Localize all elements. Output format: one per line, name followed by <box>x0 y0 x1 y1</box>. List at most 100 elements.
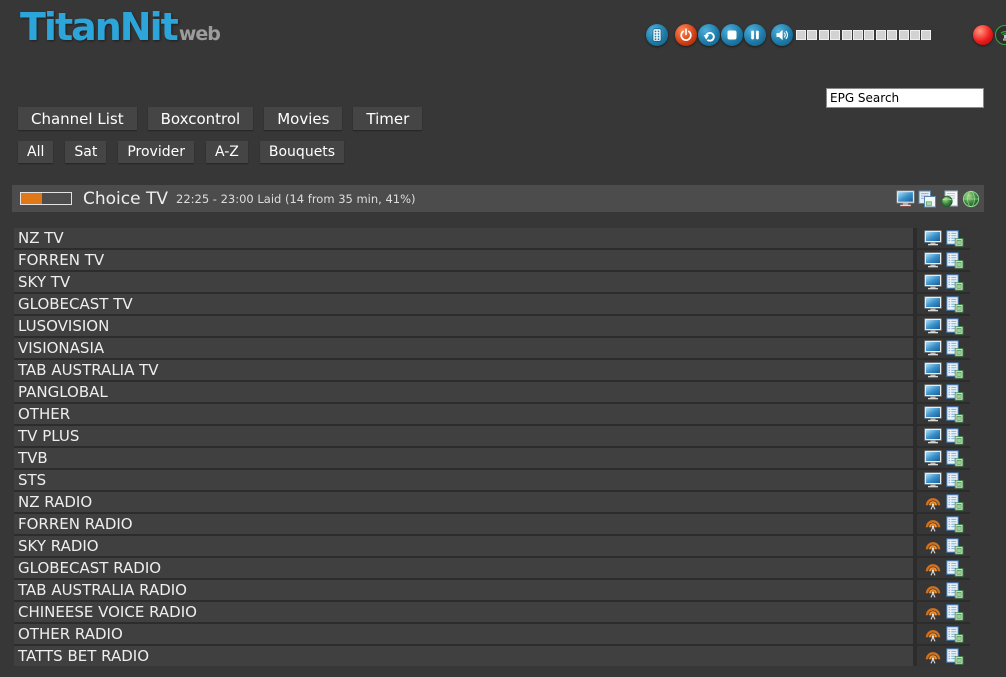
radio-antenna-icon[interactable] <box>924 648 942 664</box>
power-icon <box>679 28 693 42</box>
channel-row-actions <box>917 250 970 270</box>
logo-title: TitanNit <box>20 5 177 49</box>
volume-segment[interactable] <box>887 30 897 40</box>
radio-antenna-icon[interactable] <box>924 494 942 510</box>
nav-timer-button[interactable]: Timer <box>353 107 422 130</box>
filter-sat-button[interactable]: Sat <box>65 141 106 163</box>
filter-provider-button[interactable]: Provider <box>118 141 194 163</box>
filter-az-button[interactable]: A-Z <box>206 141 248 163</box>
epg-list-icon[interactable] <box>946 274 964 291</box>
stop-button[interactable] <box>721 24 743 46</box>
monitor-icon[interactable] <box>924 450 942 466</box>
channel-name[interactable]: NZ TV <box>14 228 913 248</box>
epg-list-icon[interactable] <box>946 230 964 247</box>
radio-antenna-icon[interactable] <box>924 516 942 532</box>
filter-all-button[interactable]: All <box>18 141 53 163</box>
monitor-icon[interactable] <box>924 296 942 312</box>
radio-antenna-icon[interactable] <box>924 582 942 598</box>
epg-list-icon[interactable] <box>946 472 964 489</box>
undo-button[interactable] <box>698 24 720 46</box>
epg-list-icon[interactable] <box>946 494 964 511</box>
epg-list-icon[interactable] <box>946 516 964 533</box>
channel-name[interactable]: PANGLOBAL <box>14 382 913 402</box>
volume-segment[interactable] <box>921 30 931 40</box>
epg-list-icon[interactable] <box>946 406 964 423</box>
epg-list-icon[interactable] <box>946 582 964 599</box>
epg-list-icon[interactable] <box>946 560 964 577</box>
radio-antenna-icon[interactable] <box>924 560 942 576</box>
monitor-icon[interactable] <box>924 362 942 378</box>
channel-row-actions <box>917 272 970 292</box>
filter-bouquets-button[interactable]: Bouquets <box>260 141 344 163</box>
volume-segment[interactable] <box>807 30 817 40</box>
monitor-icon[interactable] <box>924 384 942 400</box>
epg-list-icon[interactable] <box>946 340 964 357</box>
epg-list-icon[interactable] <box>946 318 964 335</box>
nav-movies-button[interactable]: Movies <box>264 107 342 130</box>
channel-name[interactable]: NZ RADIO <box>14 492 913 512</box>
channel-name[interactable]: FORREN RADIO <box>14 514 913 534</box>
epg-list-icon[interactable] <box>946 384 964 401</box>
document-globe-icon[interactable] <box>940 190 959 208</box>
epg-list-icon[interactable] <box>946 626 964 643</box>
channel-name[interactable]: TATTS BET RADIO <box>14 646 913 666</box>
volume-button[interactable] <box>771 24 793 46</box>
channel-name[interactable]: TV PLUS <box>14 426 913 446</box>
channel-name[interactable]: TVB <box>14 448 913 468</box>
volume-segment[interactable] <box>842 30 852 40</box>
epg-list-icon[interactable] <box>946 362 964 379</box>
nav-channel-list-button[interactable]: Channel List <box>18 107 137 130</box>
channel-name[interactable]: VISIONASIA <box>14 338 913 358</box>
epg-list-icon[interactable] <box>946 648 964 665</box>
volume-segment[interactable] <box>796 30 806 40</box>
pages-icon[interactable] <box>918 190 937 208</box>
epg-search-input[interactable] <box>826 88 984 108</box>
nav-boxcontrol-button[interactable]: Boxcontrol <box>148 107 254 130</box>
monitor-icon[interactable] <box>924 428 942 444</box>
current-epg-info: 22:25 - 23:00 Laid (14 from 35 min, 41%) <box>176 192 416 206</box>
epg-list-icon[interactable] <box>946 450 964 467</box>
channel-name[interactable]: GLOBECAST TV <box>14 294 913 314</box>
channel-name[interactable]: SKY RADIO <box>14 536 913 556</box>
channel-name[interactable]: STS <box>14 470 913 490</box>
volume-segment[interactable] <box>853 30 863 40</box>
epg-list-icon[interactable] <box>946 538 964 555</box>
antenna-button[interactable] <box>995 25 1006 45</box>
epg-list-icon[interactable] <box>946 296 964 313</box>
pause-button[interactable] <box>744 24 766 46</box>
channel-name[interactable]: TAB AUSTRALIA TV <box>14 360 913 380</box>
channel-name[interactable]: OTHER RADIO <box>14 624 913 644</box>
volume-segment[interactable] <box>819 30 829 40</box>
globe-icon[interactable] <box>962 190 980 208</box>
monitor-icon[interactable] <box>924 406 942 422</box>
radio-antenna-icon[interactable] <box>924 538 942 554</box>
channel-name[interactable]: CHINEESE VOICE RADIO <box>14 602 913 622</box>
channel-row: GLOBECAST RADIO <box>14 558 970 578</box>
channel-name[interactable]: TAB AUSTRALIA RADIO <box>14 580 913 600</box>
epg-list-icon[interactable] <box>946 252 964 269</box>
monitor-icon[interactable] <box>924 340 942 356</box>
remote-button[interactable] <box>646 24 668 46</box>
volume-segment[interactable] <box>910 30 920 40</box>
monitor-icon[interactable] <box>924 274 942 290</box>
radio-antenna-icon[interactable] <box>924 626 942 642</box>
epg-list-icon[interactable] <box>946 428 964 445</box>
volume-segment[interactable] <box>876 30 886 40</box>
titan-nit-web-page: TitanNitweb TitanNitweb <box>0 0 1006 677</box>
epg-list-icon[interactable] <box>946 604 964 621</box>
volume-segment[interactable] <box>864 30 874 40</box>
volume-segment[interactable] <box>830 30 840 40</box>
channel-name[interactable]: OTHER <box>14 404 913 424</box>
channel-name[interactable]: GLOBECAST RADIO <box>14 558 913 578</box>
monitor-icon[interactable] <box>924 472 942 488</box>
channel-name[interactable]: LUSOVISION <box>14 316 913 336</box>
monitor-icon[interactable] <box>896 190 915 207</box>
volume-segment[interactable] <box>899 30 909 40</box>
monitor-icon[interactable] <box>924 318 942 334</box>
channel-name[interactable]: SKY TV <box>14 272 913 292</box>
monitor-icon[interactable] <box>924 230 942 246</box>
channel-name[interactable]: FORREN TV <box>14 250 913 270</box>
power-button[interactable] <box>675 24 697 46</box>
radio-antenna-icon[interactable] <box>924 604 942 620</box>
monitor-icon[interactable] <box>924 252 942 268</box>
